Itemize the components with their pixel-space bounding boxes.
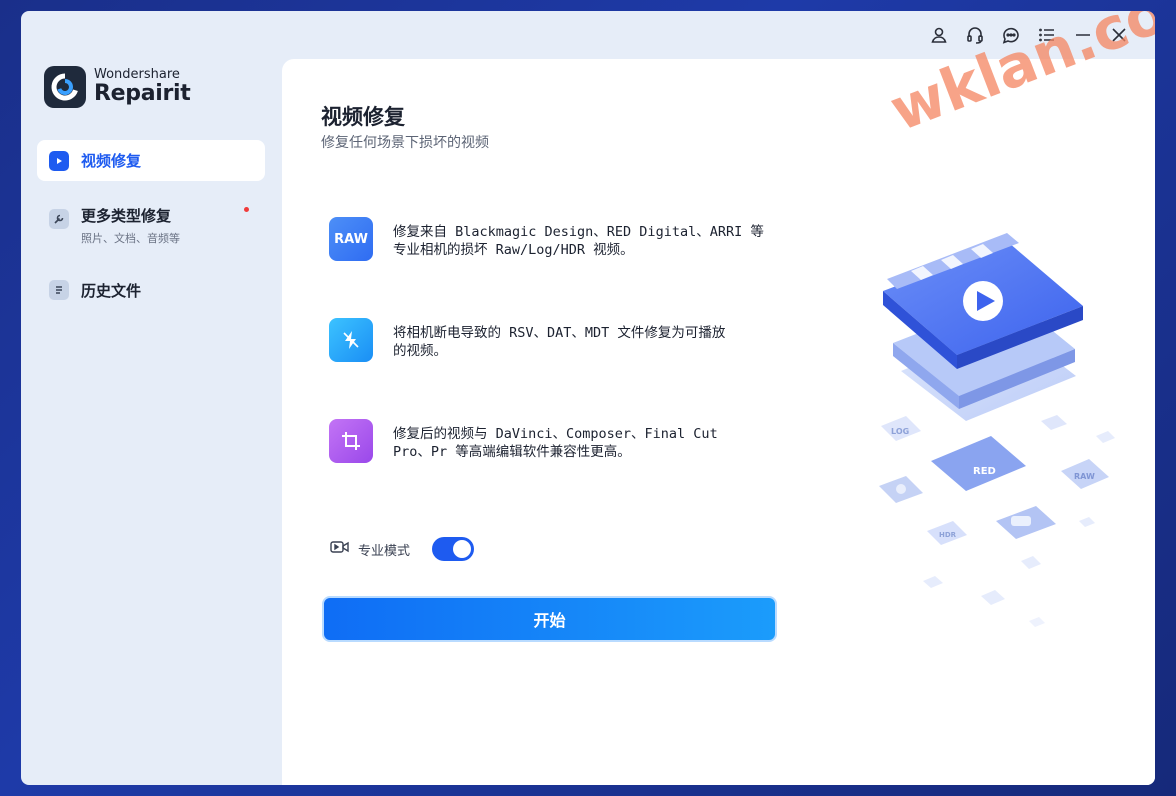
sidebar-item-label: 历史文件 [81,282,142,300]
sidebar-item-video-repair[interactable]: 视频修复 [37,140,265,181]
start-button[interactable]: 开始 [322,596,777,642]
user-icon[interactable] [921,17,957,53]
power-flash-icon [329,318,373,362]
title-bar [921,11,1155,59]
brand-company: Wondershare [94,67,180,82]
sidebar-item-history[interactable]: 历史文件 [37,270,265,311]
raw-icon: RAW [329,217,373,261]
feature-line: Pro、Pr 等高端编辑软件兼容性更高。 [393,444,631,460]
video-repair-illustration: LOG RED RAW HDR [879,233,1115,627]
app-logo: Wondershare Repairit [44,66,191,108]
feature-line: 修复来自 Blackmagic Design、RED Digital、ARRI … [393,224,764,240]
feature-item-raw: RAW 修复来自 Blackmagic Design、RED Digital、A… [329,217,789,261]
sidebar-item-more-repair[interactable]: 更多类型修复 照片、文档、音频等 [37,195,265,256]
crop-icon [329,419,373,463]
notification-dot [244,207,249,212]
close-icon[interactable] [1101,17,1137,53]
feature-line: 将相机断电导致的 RSV、DAT、MDT 文件修复为可播放 [393,325,726,341]
feature-line: 的视频。 [393,343,447,359]
app-window: Wondershare Repairit 视频修复 更多类型修复 照片、文档、音… [21,11,1155,785]
illustration-tag: LOG [891,427,909,436]
feature-item-compat: 修复后的视频与 DaVinci、Composer、Final Cut Pro、P… [329,419,789,463]
sidebar-item-sublabel: 照片、文档、音频等 [81,232,180,245]
toggle-knob [453,540,472,558]
chat-icon[interactable] [993,17,1029,53]
headset-icon[interactable] [957,17,993,53]
sidebar-item-label: 更多类型修复 [81,207,172,225]
pro-mode-label: 专业模式 [358,543,411,559]
feature-item-power-loss: 将相机断电导致的 RSV、DAT、MDT 文件修复为可播放 的视频。 [329,318,789,362]
menu-icon[interactable] [1029,17,1065,53]
page-subtitle: 修复任何场景下损坏的视频 [321,135,489,151]
brand-product: Repairit [94,81,191,106]
pro-mode-toggle[interactable] [432,537,475,561]
feature-line: 修复后的视频与 DaVinci、Composer、Final Cut [393,426,718,442]
illustration-tag: RED [973,466,996,477]
illustration-tag: HDR [939,531,957,539]
feature-line: 专业相机的损坏 Raw/Log/HDR 视频。 [393,242,634,258]
video-repair-icon [49,150,69,171]
sidebar-nav: 视频修复 更多类型修复 照片、文档、音频等 历史文件 [37,140,265,325]
repairit-logo-icon [44,66,86,108]
illustration-tag: RAW [1074,472,1095,481]
history-file-icon [49,280,69,300]
sidebar-item-label: 视频修复 [81,152,142,170]
page-title: 视频修复 [321,105,405,129]
pro-mode-row: 专业模式 [330,537,475,561]
minimize-icon[interactable] [1065,17,1101,53]
wrench-icon [49,209,69,229]
video-camera-icon [330,539,350,559]
